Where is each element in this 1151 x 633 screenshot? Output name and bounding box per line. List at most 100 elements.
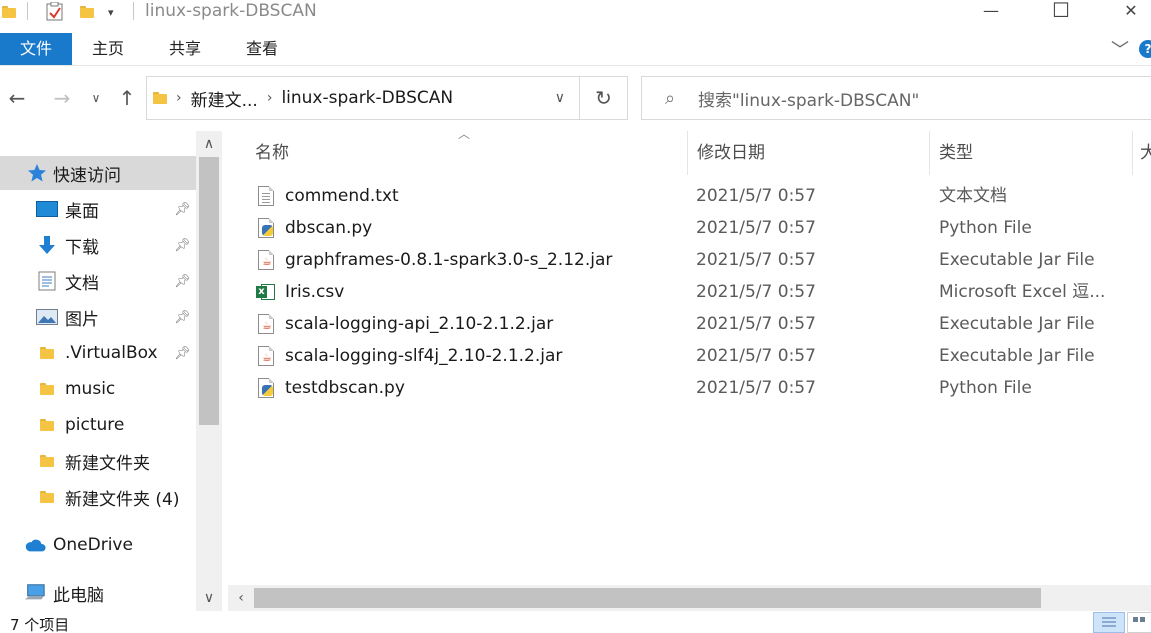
scroll-left-icon[interactable]: ‹ <box>228 585 254 611</box>
refresh-button[interactable]: ↻ <box>580 76 628 120</box>
desktop-icon <box>36 199 58 219</box>
pin-icon[interactable]: 📌︎ <box>174 238 191 253</box>
nav-item-music[interactable]: music <box>0 372 196 406</box>
folder-icon <box>36 379 58 399</box>
expand-ribbon-icon[interactable]: ﹀ <box>1111 36 1129 62</box>
pin-icon[interactable]: 📌︎ <box>174 274 191 289</box>
customize-quick-access-icon[interactable]: ▾ <box>108 0 114 24</box>
file-name: commend.txt <box>285 186 399 206</box>
search-input[interactable]: 搜索"linux-spark-DBSCAN" <box>698 86 919 111</box>
nav-scrollbar[interactable]: ∧ ∨ <box>196 131 222 611</box>
tab-file[interactable]: 文件 <box>0 33 72 65</box>
pin-icon[interactable]: 📌︎ <box>174 346 191 361</box>
file-row[interactable]: ☕︎ scala-logging-api_2.10-2.1.2.jar 2021… <box>222 308 1151 340</box>
nav-item-pictures[interactable]: 图片 📌︎ <box>0 300 196 334</box>
pictures-icon <box>36 307 58 327</box>
window-title: linux-spark-DBSCAN <box>145 1 317 21</box>
minimize-button[interactable]: — <box>971 0 1011 20</box>
nav-item-picture[interactable]: picture <box>0 408 196 442</box>
folder-icon <box>36 343 58 363</box>
file-name: Iris.csv <box>285 282 345 302</box>
file-name: scala-logging-api_2.10-2.1.2.jar <box>285 314 554 334</box>
nav-item-label: 下载 <box>65 237 99 258</box>
file-row[interactable]: dbscan.py 2021/5/7 0:57 Python File <box>222 212 1151 244</box>
cloud-icon <box>24 535 46 555</box>
nav-item-new-folder-4[interactable]: 新建文件夹 (4) <box>0 480 196 514</box>
folder-icon <box>2 0 16 24</box>
jar-file-icon: ☕︎ <box>256 314 276 335</box>
back-button[interactable]: ← <box>4 85 30 111</box>
address-bar[interactable]: › 新建文... › linux-spark-DBSCAN ∨ <box>146 76 580 120</box>
nav-item-label: 桌面 <box>65 201 99 222</box>
chevron-right-icon: › <box>266 90 273 106</box>
folder-icon <box>153 92 167 104</box>
file-row[interactable]: testdbscan.py 2021/5/7 0:57 Python File <box>222 372 1151 404</box>
file-type: Python File <box>939 218 1032 238</box>
file-date: 2021/5/7 0:57 <box>696 218 816 238</box>
text-file-icon <box>256 186 276 207</box>
properties-checkbox-icon[interactable] <box>46 0 64 24</box>
nav-item-virtualbox[interactable]: .VirtualBox 📌︎ <box>0 336 196 370</box>
documents-icon <box>36 271 58 291</box>
file-name: testdbscan.py <box>285 378 405 398</box>
address-toolbar: ← → ∨ ↑ › 新建文... › linux-spark-DBSCAN ∨ … <box>0 67 1151 130</box>
status-bar: 7 个项目 <box>0 612 1151 633</box>
maximize-button[interactable]: ☐ <box>1041 0 1081 22</box>
breadcrumb-parent[interactable]: 新建文... <box>191 86 258 111</box>
file-row[interactable]: x Iris.csv 2021/5/7 0:57 Microsoft Excel… <box>222 276 1151 308</box>
tab-share[interactable]: 共享 <box>169 33 201 65</box>
file-date: 2021/5/7 0:57 <box>696 250 816 270</box>
scroll-thumb[interactable] <box>199 157 219 425</box>
file-name: graphframes-0.8.1-spark3.0-s_2.12.jar <box>285 250 613 270</box>
column-divider[interactable] <box>929 131 930 175</box>
nav-item-onedrive[interactable]: OneDrive <box>0 528 196 562</box>
nav-item-documents[interactable]: 文档 📌︎ <box>0 264 196 298</box>
large-icons-view-button[interactable] <box>1127 612 1151 633</box>
toolbar-divider <box>133 2 134 20</box>
details-view-button[interactable] <box>1093 612 1125 633</box>
column-header-name[interactable]: 名称 <box>255 131 289 175</box>
horizontal-scrollbar[interactable]: ‹ <box>228 585 1151 611</box>
new-folder-icon[interactable] <box>80 0 94 24</box>
nav-item-desktop[interactable]: 桌面 📌︎ <box>0 192 196 226</box>
breadcrumb-current[interactable]: linux-spark-DBSCAN <box>281 88 453 108</box>
nav-item-downloads[interactable]: 下载 📌︎ <box>0 228 196 262</box>
close-button[interactable]: ✕ <box>1111 0 1151 20</box>
search-box[interactable]: ⌕ 搜索"linux-spark-DBSCAN" <box>641 76 1151 120</box>
scroll-down-icon[interactable]: ∨ <box>196 585 222 611</box>
file-type: Microsoft Excel 逗... <box>939 282 1106 302</box>
scroll-up-icon[interactable]: ∧ <box>196 131 222 157</box>
scroll-thumb[interactable] <box>254 588 1041 608</box>
file-row[interactable]: ☕︎ scala-logging-slf4j_2.10-2.1.2.jar 20… <box>222 340 1151 372</box>
jar-file-icon: ☕︎ <box>256 346 276 367</box>
folder-icon <box>36 451 58 471</box>
file-row[interactable]: commend.txt 2021/5/7 0:57 文本文档 <box>222 180 1151 212</box>
address-history-chevron-icon[interactable]: ∨ <box>555 90 565 106</box>
column-divider[interactable] <box>1132 131 1133 175</box>
file-list: ︿ 名称 修改日期 类型 大 commend.txt 2021/5/7 0:57… <box>222 127 1151 611</box>
column-header-size[interactable]: 大 <box>1140 131 1151 175</box>
file-row[interactable]: ☕︎ graphframes-0.8.1-spark3.0-s_2.12.jar… <box>222 244 1151 276</box>
column-header-modified[interactable]: 修改日期 <box>697 131 765 175</box>
forward-button[interactable]: → <box>49 85 75 111</box>
nav-item-label: 快速访问 <box>53 165 121 186</box>
nav-item-this-pc[interactable]: 此电脑 <box>0 576 196 610</box>
title-bar: ▾ linux-spark-DBSCAN — ☐ ✕ <box>0 0 1151 28</box>
pin-icon[interactable]: 📌︎ <box>174 310 191 325</box>
column-divider[interactable] <box>687 131 688 175</box>
nav-item-label: 文档 <box>65 273 99 294</box>
tab-home[interactable]: 主页 <box>92 33 124 65</box>
recent-locations-chevron-icon[interactable]: ∨ <box>88 85 104 111</box>
jar-file-icon: ☕︎ <box>256 250 276 271</box>
pin-icon[interactable]: 📌︎ <box>174 202 191 217</box>
nav-item-label: music <box>65 379 116 399</box>
up-button[interactable]: ↑ <box>114 85 140 111</box>
excel-file-icon: x <box>256 282 276 303</box>
nav-item-label: .VirtualBox <box>65 343 158 363</box>
nav-item-new-folder[interactable]: 新建文件夹 <box>0 444 196 478</box>
column-header-type[interactable]: 类型 <box>939 131 973 175</box>
file-name: dbscan.py <box>285 218 373 238</box>
nav-item-quick-access[interactable]: 快速访问 <box>0 156 196 190</box>
tab-view[interactable]: 查看 <box>246 33 278 65</box>
help-icon[interactable]: ? <box>1139 40 1151 58</box>
